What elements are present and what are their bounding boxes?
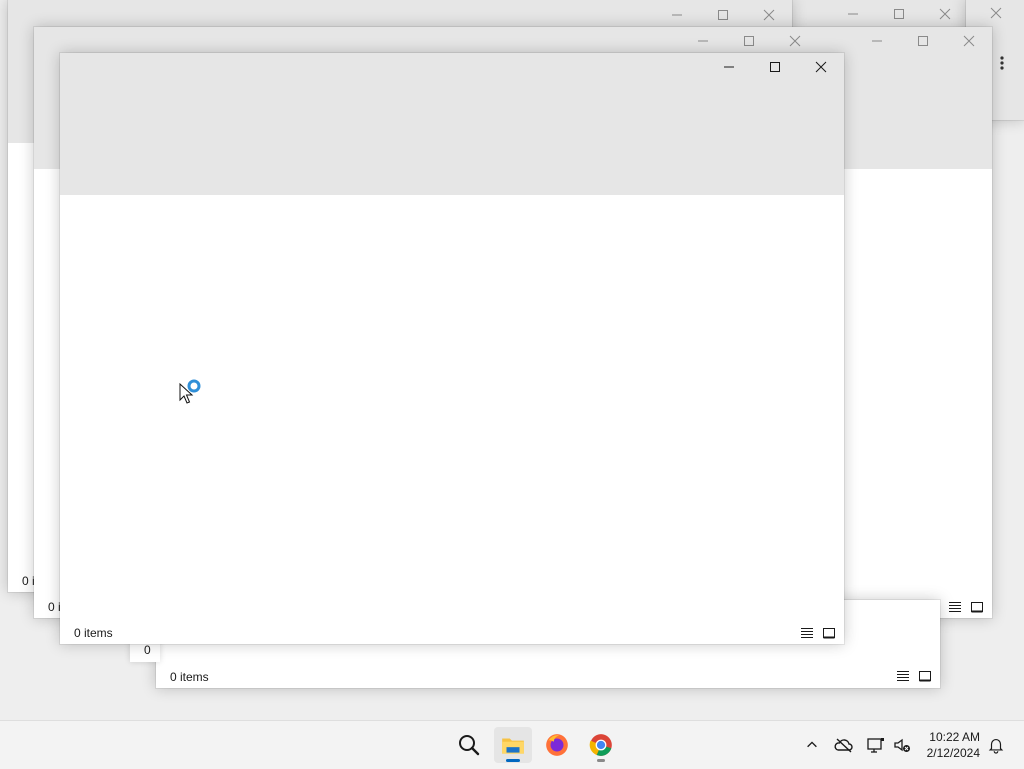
minimize-icon (672, 14, 682, 16)
maximize-button[interactable] (900, 27, 946, 55)
search-icon (459, 735, 480, 756)
clock-time: 10:22 AM (929, 730, 980, 744)
maximize-icon (744, 36, 754, 46)
close-button[interactable] (922, 0, 966, 28)
maximize-button[interactable] (726, 27, 772, 55)
maximize-icon (770, 62, 780, 72)
taskbar-file-explorer[interactable] (494, 727, 532, 763)
chevron-up-icon (807, 741, 817, 748)
maximize-button[interactable] (876, 0, 922, 28)
chrome-icon (589, 734, 612, 756)
maximize-button[interactable] (700, 1, 746, 29)
minimize-button[interactable] (706, 53, 752, 81)
minimize-icon (872, 40, 882, 42)
desktop: 0 i 0 i 0 items 0 0 items (0, 0, 1024, 720)
taskbar-search[interactable] (450, 727, 488, 763)
volume-tray[interactable] (892, 735, 912, 755)
busy-cursor-icon (179, 379, 201, 404)
status-item-count: 0 (144, 643, 151, 657)
notifications-button[interactable] (986, 735, 1006, 755)
close-button[interactable] (772, 27, 818, 55)
close-icon (763, 9, 775, 21)
minimize-button[interactable] (680, 27, 726, 55)
close-icon (815, 61, 827, 73)
more-options-icon[interactable] (1000, 56, 1004, 70)
running-indicator (597, 759, 605, 762)
explorer-window-back-right[interactable] (790, 0, 966, 30)
explorer-window-front[interactable]: 0 items (60, 53, 844, 644)
show-hidden-icons-button[interactable] (802, 735, 822, 755)
minimize-icon (848, 13, 858, 15)
taskbar-firefox[interactable] (538, 727, 576, 763)
close-button[interactable] (798, 53, 844, 81)
taskbar-chrome[interactable] (582, 727, 620, 763)
close-button[interactable] (990, 6, 1010, 26)
maximize-icon (894, 9, 904, 19)
close-button[interactable] (946, 27, 992, 55)
notification-bell-icon (988, 739, 1004, 754)
status-item-count: 0 i (48, 600, 61, 614)
network-tray[interactable] (866, 735, 886, 755)
folder-icon (502, 738, 524, 754)
details-view-icon[interactable] (800, 626, 814, 640)
close-icon (789, 35, 801, 47)
large-icons-view-icon[interactable] (822, 626, 836, 640)
volume-muted-icon (894, 738, 910, 752)
network-icon (867, 738, 884, 753)
clock-date: 2/12/2024 (926, 746, 980, 760)
close-button[interactable] (746, 1, 792, 29)
large-icons-view-icon[interactable] (970, 600, 984, 614)
taskbar: 10:22 AM 2/12/2024 (0, 720, 1024, 769)
maximize-icon (918, 36, 928, 46)
details-view-icon[interactable] (948, 600, 962, 614)
minimize-button[interactable] (854, 27, 900, 55)
clock[interactable]: 10:22 AM 2/12/2024 (927, 729, 980, 761)
details-view-icon[interactable] (896, 669, 910, 683)
minimize-icon (698, 40, 708, 42)
firefox-icon (546, 734, 568, 756)
status-item-count: 0 items (170, 670, 209, 684)
minimize-button[interactable] (830, 0, 876, 28)
status-item-count: 0 i (22, 574, 35, 588)
large-icons-view-icon[interactable] (918, 669, 932, 683)
close-icon (939, 8, 951, 20)
close-icon (990, 7, 1002, 19)
maximize-button[interactable] (752, 53, 798, 81)
maximize-icon (718, 10, 728, 20)
status-item-count: 0 items (74, 626, 113, 640)
active-indicator (506, 759, 520, 762)
minimize-icon (724, 66, 734, 68)
close-icon (963, 35, 975, 47)
minimize-button[interactable] (654, 1, 700, 29)
onedrive-tray[interactable] (834, 735, 854, 755)
onedrive-offline-icon (834, 738, 853, 753)
